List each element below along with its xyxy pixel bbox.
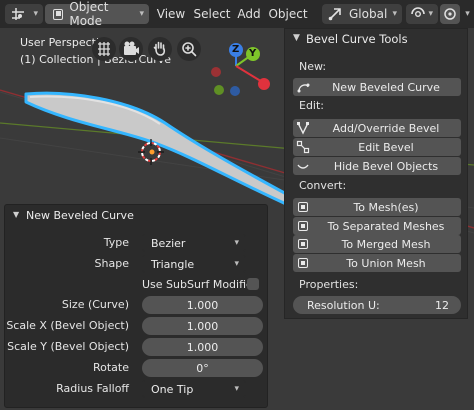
operator-panel-header[interactable]: ▼ New Beveled Curve <box>5 205 267 225</box>
scale-y-label: Scale Y (Bevel Object) <box>7 340 129 353</box>
mode-label: Object Mode <box>69 0 109 28</box>
add-curve-icon <box>295 80 311 94</box>
hide-bevel-objects-button[interactable]: Hide Bevel Objects <box>293 157 461 175</box>
edit-bevel-icon <box>295 140 311 154</box>
collapse-arrow-icon: ▼ <box>293 33 300 43</box>
transform-pivot-dropdown[interactable]: ▾ <box>5 4 43 24</box>
edit-bevel-label: Edit Bevel <box>358 140 414 154</box>
orientation-label: Global <box>349 7 388 21</box>
radius-falloff-value: One Tip <box>151 382 194 396</box>
resolution-u-value: 12 <box>435 298 449 312</box>
mesh-icon <box>298 258 308 268</box>
object-mode-icon <box>53 8 64 20</box>
chevron-down-icon: ▾ <box>465 9 470 19</box>
subsurf-label: Use SubSurf Modifier <box>142 278 258 291</box>
ortho-grid-icon <box>98 42 110 56</box>
mode-dropdown[interactable]: Object Mode ▾ <box>45 0 149 28</box>
menu-select[interactable]: Select <box>192 4 232 24</box>
to-union-mesh-button[interactable]: To Union Mesh <box>293 254 461 272</box>
panel-header[interactable]: ▼ Bevel Curve Tools <box>285 29 467 51</box>
to-separated-meshes-button[interactable]: To Separated Meshes <box>293 217 461 235</box>
scale-x-label: Scale X (Bevel Object) <box>6 319 129 332</box>
size-curve-field[interactable]: 1.000 <box>142 296 263 314</box>
chevron-down-icon: ▾ <box>234 384 239 394</box>
section-new-label: New: <box>299 60 327 73</box>
menu-add[interactable]: Add <box>236 4 262 24</box>
chevron-down-icon: ▾ <box>234 238 239 248</box>
type-value: Bezier <box>151 236 186 250</box>
toggle-ortho-button[interactable] <box>92 37 116 61</box>
snap-dropdown[interactable]: ▾ <box>406 4 438 24</box>
zoom-icon <box>182 42 197 57</box>
scale-y-field[interactable]: 1.000 <box>142 338 263 356</box>
bevel-curve-tools-panel: ▼ Bevel Curve Tools New: New Beveled Cur… <box>284 28 468 319</box>
subsurf-checkbox[interactable] <box>247 278 259 290</box>
resolution-u-field[interactable]: Resolution U: 12 <box>293 296 461 314</box>
hand-icon <box>153 41 166 56</box>
camera-icon <box>124 41 139 55</box>
chevron-down-icon: ▾ <box>392 9 397 19</box>
chevron-down-icon: ▾ <box>234 259 239 269</box>
edit-bevel-button[interactable]: Edit Bevel <box>293 138 461 156</box>
viewport-header: ▾ Object Mode ▾ View Select Add Object G… <box>0 0 474 29</box>
radius-falloff-dropdown[interactable]: One Tip ▾ <box>142 380 246 398</box>
gizmo-axis-y: Y <box>249 48 257 59</box>
hide-icon <box>295 159 311 173</box>
camera-view-button[interactable] <box>119 37 143 61</box>
to-merged-mesh-label: To Merged Mesh <box>341 237 431 251</box>
size-curve-label: Size (Curve) <box>61 298 129 311</box>
operator-title: New Beveled Curve <box>26 209 134 222</box>
navigation-gizmo[interactable] <box>211 43 270 96</box>
radius-falloff-label: Radius Falloff <box>56 382 129 395</box>
shape-label: Shape <box>94 257 129 270</box>
chevron-down-icon: ▾ <box>428 9 433 19</box>
hide-bevel-objects-label: Hide Bevel Objects <box>333 159 439 173</box>
rotate-label: Rotate <box>92 361 129 374</box>
shape-value: Triangle <box>151 257 195 271</box>
mesh-icon <box>298 239 308 249</box>
transform-pivot-icon <box>12 8 24 20</box>
section-edit-label: Edit: <box>299 99 325 112</box>
bevel-icon <box>295 121 311 135</box>
menu-object[interactable]: Object <box>266 4 310 24</box>
proportional-edit-toggle[interactable] <box>440 4 460 24</box>
to-union-mesh-label: To Union Mesh <box>346 256 426 270</box>
zoom-view-button[interactable] <box>177 37 201 61</box>
type-dropdown[interactable]: Bezier ▾ <box>142 234 246 252</box>
orientation-icon <box>328 8 341 21</box>
rotate-field[interactable]: 0° <box>142 359 263 377</box>
to-meshes-button[interactable]: To Mesh(es) <box>293 198 461 216</box>
collapse-arrow-icon: ▼ <box>13 210 20 219</box>
section-properties-label: Properties: <box>299 278 359 291</box>
operator-redo-panel: ▼ New Beveled Curve Type Bezier ▾ Shape … <box>4 204 268 408</box>
panel-title: Bevel Curve Tools <box>306 32 408 46</box>
to-merged-mesh-button[interactable]: To Merged Mesh <box>293 235 461 253</box>
gizmo-axis-z: Z <box>232 44 240 55</box>
new-beveled-curve-label: New Beveled Curve <box>332 80 440 94</box>
to-meshes-label: To Mesh(es) <box>353 200 419 214</box>
orientation-dropdown[interactable]: Global ▾ <box>322 4 402 24</box>
section-convert-label: Convert: <box>299 179 347 192</box>
scale-x-field[interactable]: 1.000 <box>142 317 263 335</box>
to-separated-meshes-label: To Separated Meshes <box>327 219 445 233</box>
snap-icon <box>411 7 425 17</box>
mesh-icon <box>298 202 308 212</box>
proportional-falloff-dropdown[interactable]: ▾ <box>461 4 474 24</box>
mesh-icon <box>298 221 308 231</box>
add-override-bevel-label: Add/Override Bevel <box>332 121 440 135</box>
menu-view[interactable]: View <box>154 4 188 24</box>
new-beveled-curve-button[interactable]: New Beveled Curve <box>293 78 461 96</box>
object-origin <box>149 149 155 155</box>
chevron-down-icon: ▾ <box>33 9 38 19</box>
chevron-down-icon: ▾ <box>139 9 144 19</box>
pan-view-button[interactable] <box>148 37 172 61</box>
shape-dropdown[interactable]: Triangle ▾ <box>142 255 246 273</box>
proportional-icon <box>444 8 456 20</box>
beveled-curve-object[interactable] <box>24 91 302 206</box>
resolution-u-label: Resolution U: <box>307 298 380 312</box>
type-label: Type <box>103 236 129 249</box>
add-override-bevel-button[interactable]: Add/Override Bevel <box>293 119 461 137</box>
